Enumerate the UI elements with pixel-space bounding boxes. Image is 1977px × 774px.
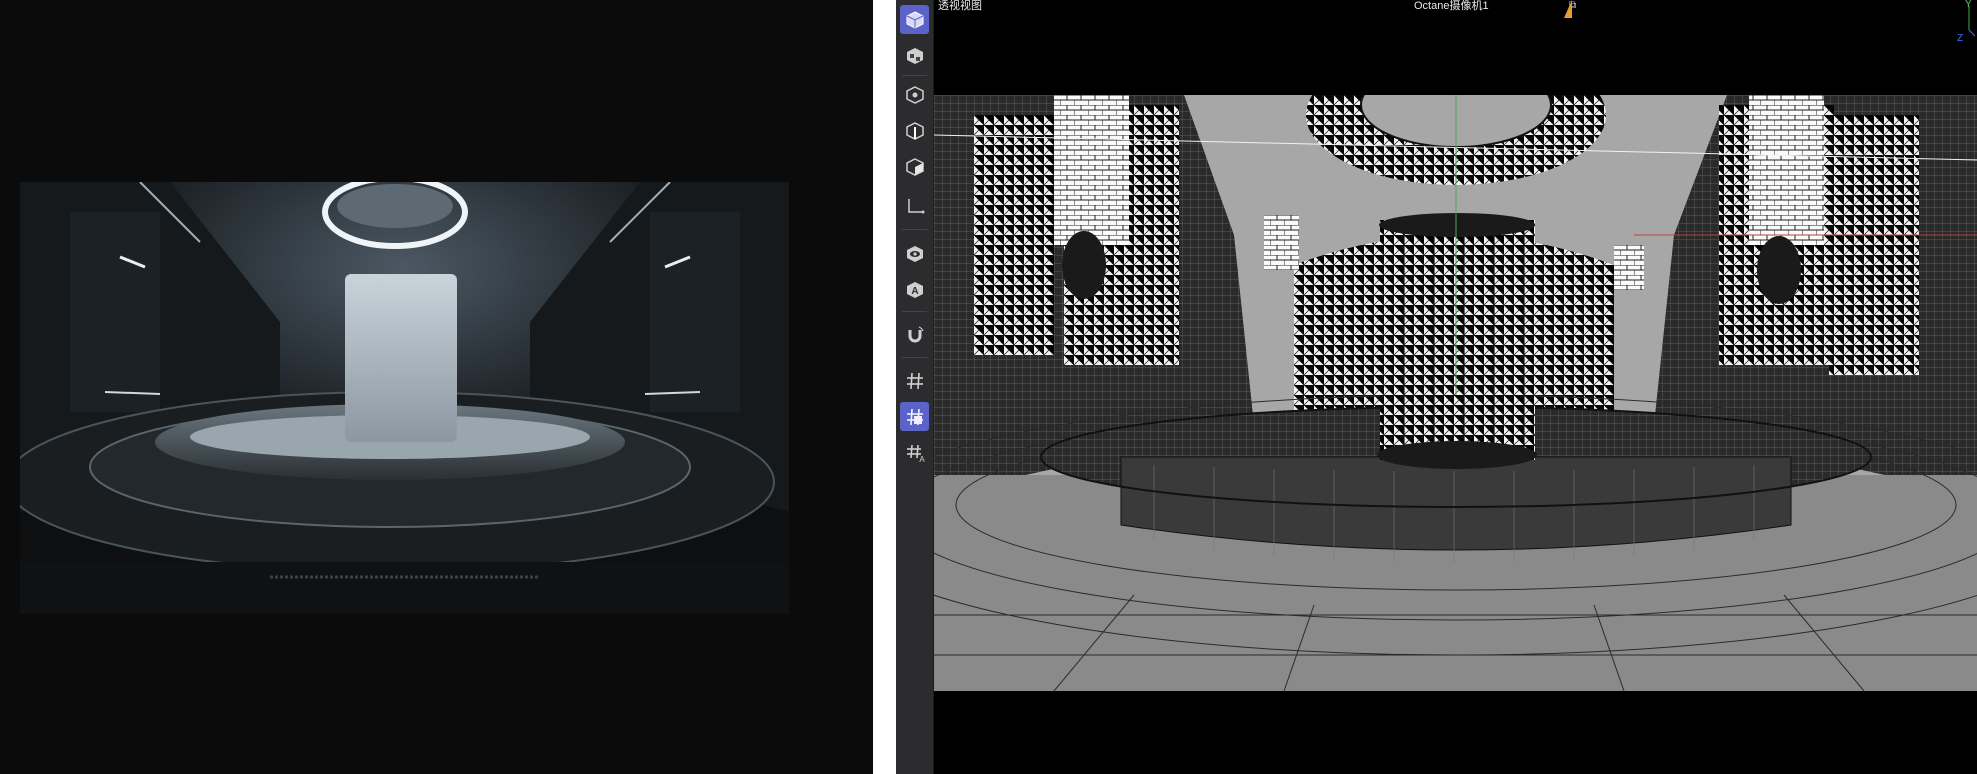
points-mode-icon[interactable] xyxy=(900,80,929,109)
text-a-icon[interactable]: A xyxy=(900,275,929,304)
cube-checker-icon[interactable] xyxy=(900,41,929,70)
edges-mode-icon[interactable] xyxy=(900,116,929,145)
grid-auto-icon[interactable]: A xyxy=(900,438,929,467)
grid-snap-icon[interactable] xyxy=(900,366,929,395)
render-preview-panel xyxy=(0,0,873,774)
cube-view-icon[interactable] xyxy=(900,5,929,34)
toolbar-separator xyxy=(902,229,927,230)
svg-text:A: A xyxy=(919,455,925,463)
visibility-icon[interactable] xyxy=(900,239,929,268)
axis-y-label: Y xyxy=(1965,0,1972,10)
axis-z-label: Z xyxy=(1957,33,1964,44)
toolbar-separator xyxy=(902,75,927,76)
axis-mode-icon[interactable] xyxy=(900,191,929,220)
wireframe-scene[interactable] xyxy=(934,95,1977,691)
render-image xyxy=(20,182,789,614)
polygons-mode-icon[interactable] xyxy=(900,152,929,181)
axis-gizmo: Y Z xyxy=(1939,0,1976,46)
toolbar-separator xyxy=(902,311,927,312)
toolbar-separator xyxy=(902,357,927,358)
viewport-toolbar: A A xyxy=(896,0,934,774)
workplane-icon[interactable] xyxy=(900,402,929,431)
panel-splitter[interactable] xyxy=(873,0,896,774)
magnet-snap-icon[interactable] xyxy=(900,320,929,349)
perspective-viewport[interactable]: 透视视图 Octane摄像机1 ⧉ Y Z xyxy=(934,0,1977,774)
camera-label[interactable]: Octane摄像机1 xyxy=(1414,0,1489,12)
viewport-title[interactable]: 透视视图 xyxy=(938,0,982,12)
light-cone-icon xyxy=(1564,0,1572,18)
svg-text:A: A xyxy=(911,286,918,297)
